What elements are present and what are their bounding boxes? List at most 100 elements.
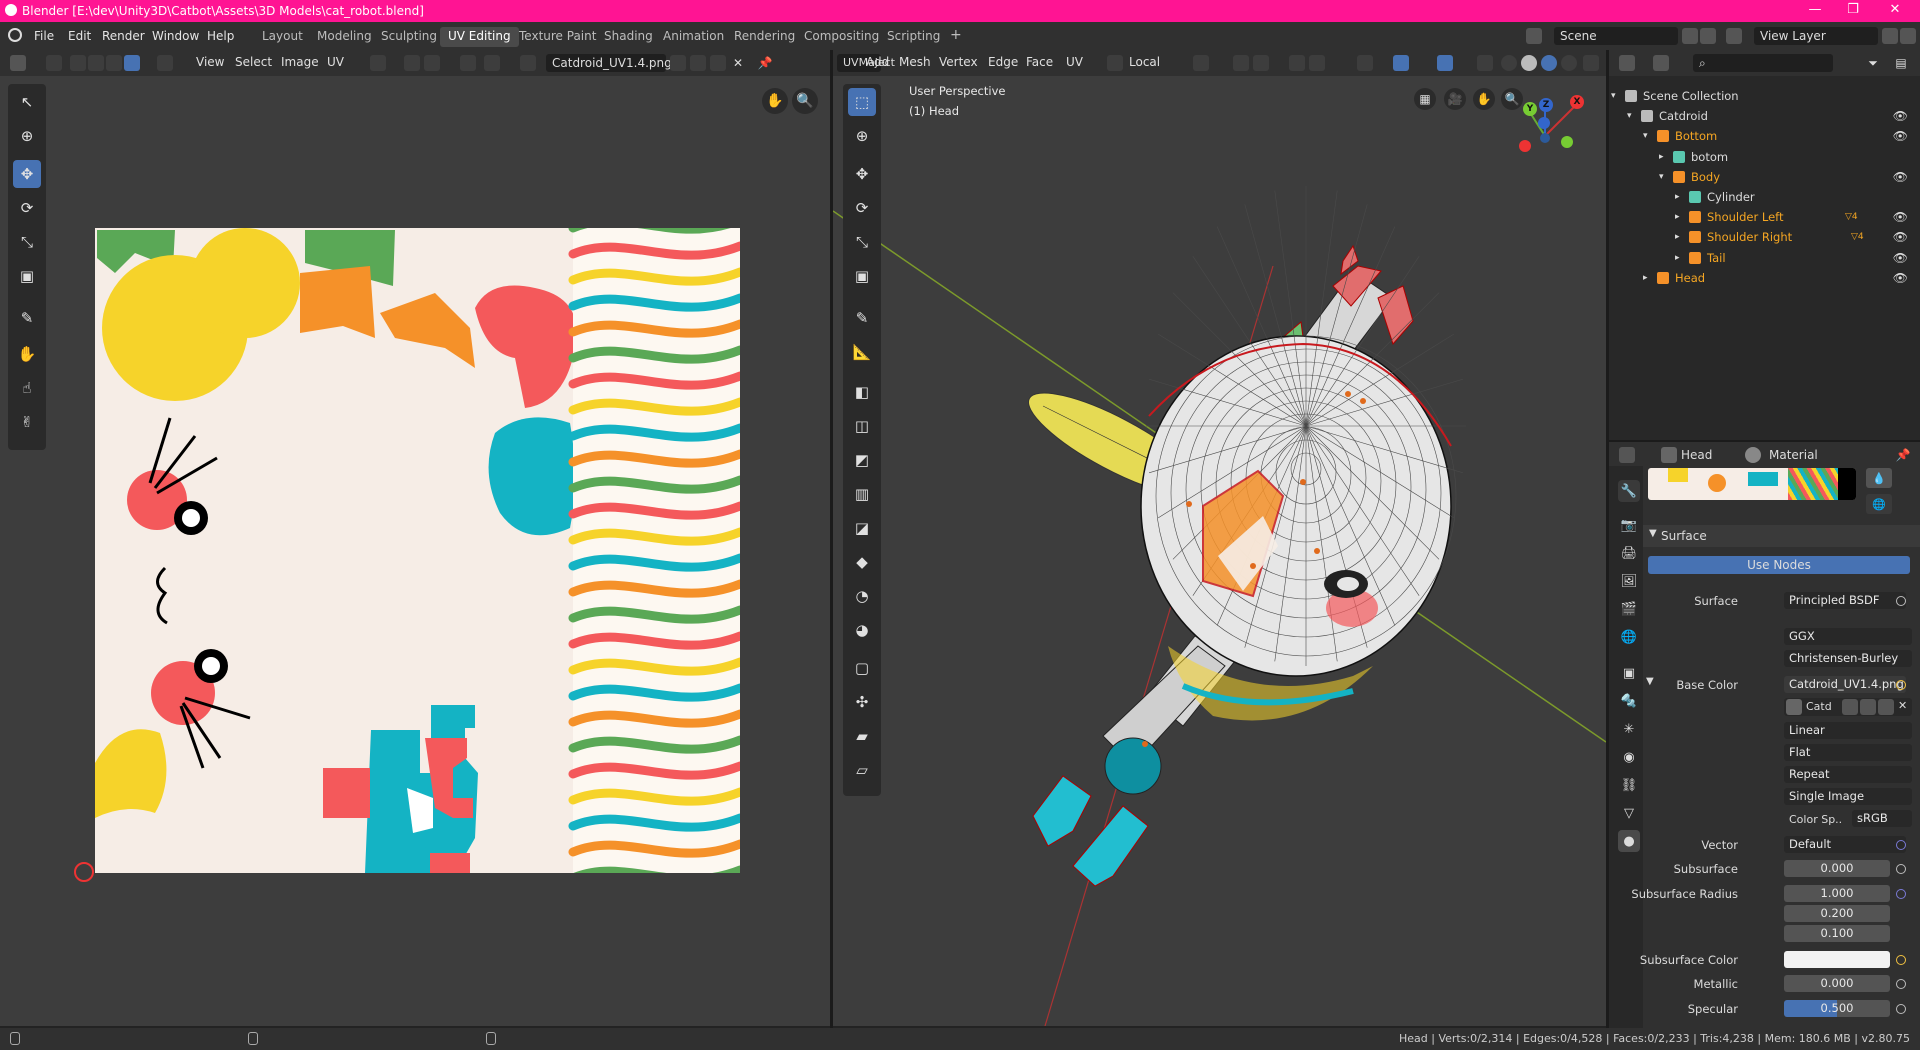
filter-icon[interactable]: ⏷ <box>1865 55 1881 71</box>
visibility-eye-icon[interactable]: 👁 <box>1893 207 1908 227</box>
menu-edit[interactable]: Edit <box>68 29 91 43</box>
annotate-3d-tool-icon[interactable]: ✎ <box>848 304 876 332</box>
visibility-icon[interactable] <box>1357 55 1373 71</box>
snap-target-icon[interactable] <box>424 55 440 71</box>
scene-icon[interactable] <box>1526 28 1542 44</box>
view-layer-selector[interactable]: View Layer <box>1754 27 1878 45</box>
object-tab-icon[interactable]: ▣ <box>1618 662 1640 684</box>
loop-cut-tool-icon[interactable]: ▥ <box>848 480 876 508</box>
subsurface-radius-z-field[interactable]: 0.100 <box>1784 925 1890 942</box>
particles-tab-icon[interactable]: ✳ <box>1618 718 1640 740</box>
render-tab-icon[interactable]: 📷 <box>1618 514 1640 536</box>
maximize-button[interactable]: ❐ <box>1838 2 1868 17</box>
transform-tool-icon[interactable]: ▣ <box>13 262 41 290</box>
blender-menu-icon[interactable] <box>8 28 22 42</box>
proportional-falloff-icon[interactable] <box>1309 55 1325 71</box>
data-tab-icon[interactable]: ▽ <box>1618 802 1640 824</box>
pin-icon[interactable]: 📌 <box>757 55 773 71</box>
shading-options-icon[interactable] <box>1583 55 1599 71</box>
open-image-icon[interactable] <box>710 55 726 71</box>
specular-socket-icon[interactable] <box>1896 1004 1906 1014</box>
base-color-socket-icon[interactable] <box>1896 680 1906 690</box>
interpolation-dropdown[interactable]: Linear <box>1784 722 1912 739</box>
cursor-3d-tool-icon[interactable]: ⊕ <box>848 122 876 150</box>
shear-tool-icon[interactable]: ▰ <box>848 722 876 750</box>
smooth-tool-icon[interactable]: ◕ <box>848 616 876 644</box>
menu-help[interactable]: Help <box>207 29 234 43</box>
menu-uv[interactable]: UV <box>1066 55 1083 69</box>
gizmo-y-label[interactable]: Y <box>1523 102 1537 116</box>
outliner-editor-type-icon[interactable] <box>1619 55 1635 71</box>
vertex-select-icon[interactable] <box>70 55 86 71</box>
menu-mesh[interactable]: Mesh <box>899 55 931 69</box>
gizmo-x-label[interactable]: X <box>1570 95 1584 109</box>
outliner-row[interactable]: ▸ Cylinder <box>1609 187 1920 207</box>
subsurface-radius-x-field[interactable]: 1.000 <box>1784 885 1890 902</box>
surface-shader-field[interactable]: Principled BSDF <box>1784 592 1906 609</box>
close-window-button[interactable]: ✕ <box>1880 2 1910 17</box>
tab-modeling[interactable]: Modeling <box>309 27 380 47</box>
delete-scene-icon[interactable] <box>1700 28 1716 44</box>
image-fake-user-icon[interactable] <box>1842 699 1858 715</box>
shrink-fatten-tool-icon[interactable]: ✣ <box>848 688 876 716</box>
overlay-toggle-icon[interactable] <box>1437 55 1453 71</box>
new-scene-icon[interactable] <box>1682 28 1698 44</box>
distribution-dropdown[interactable]: GGX <box>1784 628 1912 645</box>
bevel-tool-icon[interactable]: ◩ <box>848 446 876 474</box>
zoom-view-icon[interactable]: 🔍 <box>792 88 818 114</box>
scale-3d-tool-icon[interactable]: ⤡ <box>848 228 876 256</box>
menu-view[interactable]: View <box>196 55 224 69</box>
move-3d-tool-icon[interactable]: ✥ <box>848 160 876 188</box>
snap-icon-3d[interactable] <box>1233 55 1249 71</box>
projection-dropdown[interactable]: Flat <box>1784 744 1912 761</box>
image-new-icon[interactable] <box>1860 699 1876 715</box>
pan-3d-icon[interactable]: ✋ <box>1473 88 1495 110</box>
rip-tool-icon[interactable]: ▱ <box>848 756 876 784</box>
outliner-row[interactable]: ▾ Scene Collection <box>1609 86 1920 106</box>
tab-rendering[interactable]: Rendering <box>726 27 803 47</box>
move-tool-icon[interactable]: ✥ <box>13 160 41 188</box>
expand-arrow-icon[interactable]: ▾ <box>1643 126 1648 146</box>
view-layer-icon[interactable] <box>1726 28 1742 44</box>
solid-shading-icon[interactable] <box>1521 55 1537 71</box>
rotate-tool-icon[interactable]: ⟳ <box>13 194 41 222</box>
select-box-tool-icon[interactable]: ⬚ <box>848 88 876 116</box>
annotate-tool-icon[interactable]: ✎ <box>13 304 41 332</box>
falloff-icon[interactable] <box>484 55 500 71</box>
subsurface-socket-icon[interactable] <box>1896 864 1906 874</box>
specular-field[interactable]: 0.500 <box>1784 1000 1890 1017</box>
orientation-icon[interactable] <box>1107 55 1123 71</box>
properties-editor-type-icon[interactable] <box>1619 447 1635 463</box>
visibility-eye-icon[interactable]: 👁 <box>1893 227 1908 247</box>
menu-face[interactable]: Face <box>1026 55 1053 69</box>
image-open-icon[interactable] <box>1878 699 1894 715</box>
view-layer-tab-icon[interactable]: 🖼 <box>1618 570 1640 592</box>
rotate-3d-tool-icon[interactable]: ⟳ <box>848 194 876 222</box>
source-dropdown[interactable]: Single Image <box>1784 788 1912 805</box>
outliner-row[interactable]: ▾ Bottom 👁 <box>1609 126 1920 146</box>
editor-type-icon[interactable] <box>10 55 26 71</box>
pinch-tool-icon[interactable]: ✌ <box>13 408 41 436</box>
camera-view-icon[interactable]: 🎥 <box>1444 88 1466 110</box>
snap-icon[interactable] <box>404 55 420 71</box>
menu-render[interactable]: Render <box>102 29 145 43</box>
select-tool-icon[interactable]: ↖ <box>13 88 41 116</box>
menu-add[interactable]: Add <box>866 55 889 69</box>
subsurface-field[interactable]: 0.000 <box>1784 860 1890 877</box>
new-collection-icon[interactable]: ▤ <box>1893 55 1909 71</box>
3d-viewport[interactable]: User Perspective (1) Head X Y Z ▦ 🎥 ✋ 🔍 <box>833 76 1606 1026</box>
relax-tool-icon[interactable]: ☝ <box>13 374 41 402</box>
surface-panel-header[interactable]: ▼ Surface <box>1643 525 1920 547</box>
gizmo-z-label[interactable]: Z <box>1539 98 1553 112</box>
outliner-row[interactable]: ▸ Head 👁 <box>1609 268 1920 288</box>
island-select-icon[interactable] <box>124 55 140 71</box>
extension-dropdown[interactable]: Repeat <box>1784 766 1912 783</box>
measure-tool-icon[interactable]: 📐 <box>848 338 876 366</box>
outliner-row[interactable]: ▸ Shoulder Left 👁 ▽4 <box>1609 207 1920 227</box>
minimize-button[interactable]: — <box>1800 2 1830 17</box>
grab-tool-icon[interactable]: ✋ <box>13 340 41 368</box>
physics-tab-icon[interactable]: ◉ <box>1618 746 1640 768</box>
poly-build-tool-icon[interactable]: ◆ <box>848 548 876 576</box>
subsurface-color-swatch[interactable] <box>1784 951 1890 968</box>
material-tab-icon[interactable]: ● <box>1618 830 1640 852</box>
